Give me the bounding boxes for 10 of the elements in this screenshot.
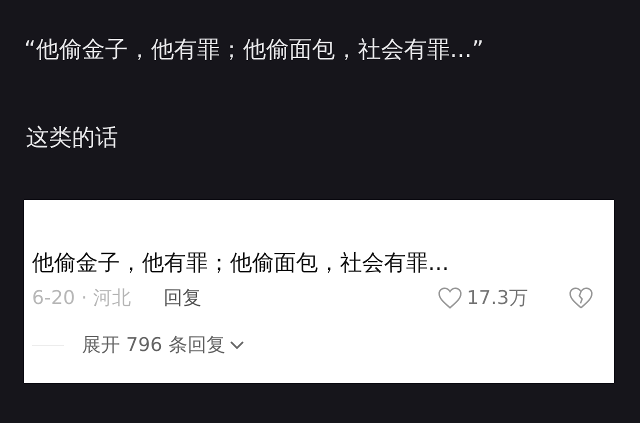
comment-date-location: 6-20 · 河北: [32, 286, 132, 311]
expand-replies-button[interactable]: 展开 796 条回复: [82, 332, 246, 358]
broken-heart-icon: [568, 285, 594, 311]
heart-icon: [436, 285, 463, 311]
quote-text: “他偷金子，他有罪；他偷面包，社会有罪...”: [24, 36, 485, 65]
comment-text: 他偷金子，他有罪；他偷面包，社会有罪...: [32, 250, 450, 278]
reply-button[interactable]: 回复: [163, 285, 202, 311]
caption-text: 这类的话: [26, 124, 119, 153]
dislike-button[interactable]: [568, 285, 594, 311]
like-button[interactable]: 17.3万: [436, 285, 528, 311]
